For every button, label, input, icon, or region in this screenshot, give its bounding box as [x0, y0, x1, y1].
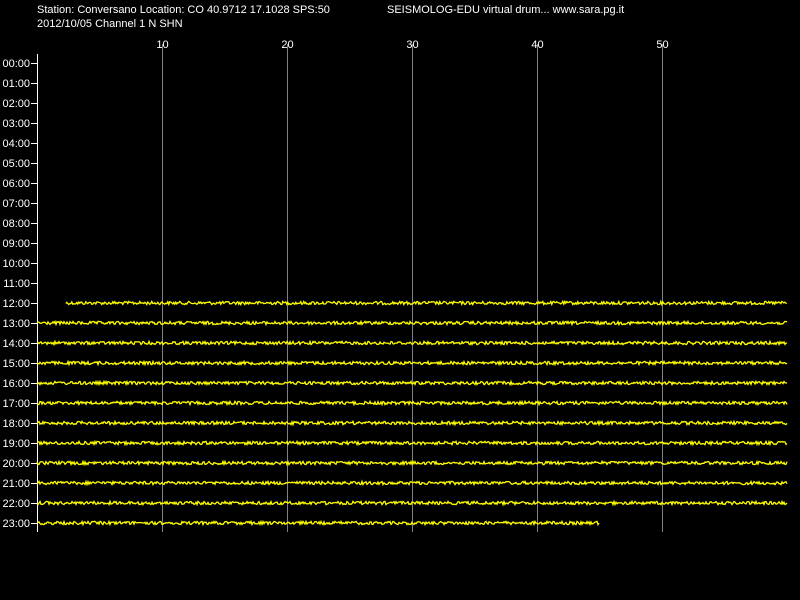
y-tick-label: 13:00 — [2, 318, 30, 330]
y-tick-label: 17:00 — [2, 398, 30, 410]
y-tick-label: 23:00 — [2, 518, 30, 530]
y-tick-label: 22:00 — [2, 498, 30, 510]
y-tick-label: 05:00 — [2, 158, 30, 170]
seismogram-drum-plot: 10 20 30 40 50 00:00 01:00 02:00 03:00 04:00 05:00… — [2, 39, 788, 532]
trace-2300 — [36, 519, 600, 527]
y-tick-label: 04:00 — [2, 138, 30, 150]
y-tick-label: 00:00 — [2, 58, 30, 70]
y-tick-label: 19:00 — [2, 438, 30, 450]
trace-1200 — [65, 299, 788, 307]
y-tick-label: 07:00 — [2, 198, 30, 210]
x-tick-label: 20 — [281, 39, 293, 51]
grid-layer — [37, 44, 663, 532]
y-tick-label: 20:00 — [2, 458, 30, 470]
tick-layer: 10 20 30 40 50 00:00 01:00 02:00 03:00 04:00 05:00… — [2, 39, 668, 530]
y-tick-label: 08:00 — [2, 218, 30, 230]
y-tick-label: 01:00 — [2, 78, 30, 90]
y-tick-label: 06:00 — [2, 178, 30, 190]
y-tick-label: 12:00 — [2, 298, 30, 310]
y-tick-label: 03:00 — [2, 118, 30, 130]
y-tick-label: 18:00 — [2, 418, 30, 430]
y-tick-label: 14:00 — [2, 338, 30, 350]
x-tick-label: 40 — [531, 39, 543, 51]
x-tick-label: 50 — [656, 39, 668, 51]
y-tick-label: 10:00 — [2, 258, 30, 270]
y-tick-label: 09:00 — [2, 238, 30, 250]
y-tick-label: 21:00 — [2, 478, 30, 490]
y-tick-label: 16:00 — [2, 378, 30, 390]
x-tick-label: 30 — [406, 39, 418, 51]
y-tick-label: 11:00 — [3, 278, 30, 290]
y-tick-label: 15:00 — [2, 358, 30, 370]
y-tick-label: 02:00 — [2, 98, 30, 110]
x-tick-label: 10 — [156, 39, 168, 51]
